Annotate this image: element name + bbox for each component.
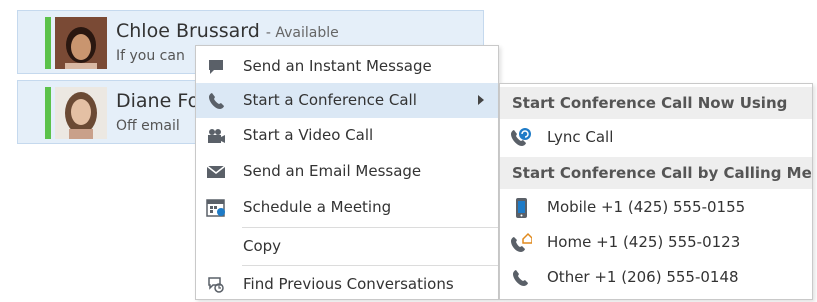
phone-icon xyxy=(510,267,532,289)
menu-item-video-call[interactable]: Start a Video Call xyxy=(196,118,498,153)
submenu-item-home[interactable]: Home +1 (425) 555-0123 xyxy=(500,225,812,260)
mobile-phone-icon xyxy=(510,197,532,219)
contact-context-menu: Send an Instant Message Start a Conferen… xyxy=(195,45,499,300)
presence-indicator xyxy=(45,87,51,139)
conference-call-submenu: Start Conference Call Now Using Lync Cal… xyxy=(499,83,813,300)
submenu-item-mobile[interactable]: Mobile +1 (425) 555-0155 xyxy=(500,190,812,225)
contact-name: Chloe Brussard - Available xyxy=(116,20,339,42)
menu-item-find-conversations[interactable]: Find Previous Conversations xyxy=(196,267,498,302)
submenu-header-calling-me: Start Conference Call by Calling Me xyxy=(500,157,812,189)
submenu-header-now-using: Start Conference Call Now Using xyxy=(500,87,812,119)
menu-item-copy[interactable]: Copy xyxy=(196,229,498,264)
email-icon xyxy=(206,162,226,182)
home-phone-icon xyxy=(510,232,533,254)
contact-status-note: If you can xyxy=(116,48,185,64)
menu-item-send-email[interactable]: Send an Email Message xyxy=(196,154,498,189)
submenu-item-lync-call[interactable]: Lync Call xyxy=(500,120,812,155)
submenu-item-other[interactable]: Other +1 (206) 555-0148 xyxy=(500,260,812,295)
phone-icon xyxy=(206,91,226,111)
menu-item-conference-call[interactable]: Start a Conference Call xyxy=(196,83,498,118)
menu-separator xyxy=(242,265,498,266)
submenu-arrow-icon xyxy=(478,95,484,105)
calendar-icon xyxy=(206,198,226,218)
menu-item-send-im[interactable]: Send an Instant Message xyxy=(196,49,498,84)
presence-indicator xyxy=(45,17,51,69)
video-icon xyxy=(206,126,226,146)
conversation-history-icon xyxy=(206,275,226,295)
avatar xyxy=(55,87,107,139)
avatar xyxy=(55,17,107,69)
contact-status-note: Off email xyxy=(116,118,180,134)
lync-call-icon xyxy=(510,127,532,149)
menu-item-schedule-meeting[interactable]: Schedule a Meeting xyxy=(196,190,498,225)
menu-separator xyxy=(242,227,498,228)
im-icon xyxy=(206,57,226,77)
contact-name: Diane Fo xyxy=(116,90,200,112)
